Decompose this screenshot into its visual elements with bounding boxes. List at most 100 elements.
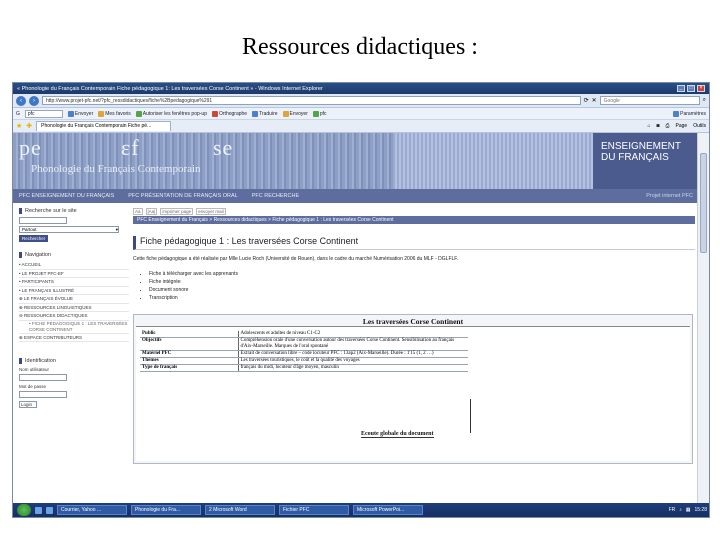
star-icon — [98, 110, 105, 117]
nav-item-ress-ling[interactable]: ⊕ RESSOURCES LINGUISTIQUES — [19, 304, 129, 312]
home-icon[interactable]: ⌂ — [647, 123, 650, 129]
favorites-star-icon[interactable]: ★ — [16, 122, 22, 130]
toolbar-favorites[interactable]: Mes favoris — [98, 110, 131, 117]
login-button[interactable]: Login — [19, 401, 37, 408]
toolbar-send2[interactable]: Envoyer — [282, 110, 308, 117]
nav-item-contrib[interactable]: ⊕ ESPACE CONTRIBUTEURS — [19, 334, 129, 342]
web-page: pe εf se Phonologie du Français Contempo… — [13, 133, 699, 505]
google-search-input[interactable]: pfc — [24, 109, 63, 118]
close-icon[interactable]: × — [697, 85, 705, 92]
search-button[interactable]: Rechercher — [19, 235, 49, 242]
start-button[interactable] — [17, 504, 31, 516]
nav-presentation[interactable]: PFC PRÉSENTATION DE FRANÇAIS ORAL — [128, 193, 238, 199]
forward-icon[interactable]: › — [29, 95, 39, 106]
site-nav: PFC ENSEIGNEMENT DU FRANÇAIS PFC PRÉSENT… — [13, 189, 699, 203]
page-menu[interactable]: Page — [676, 123, 688, 129]
nav-recherche[interactable]: PFC RECHERCHE — [252, 193, 299, 199]
section-title: ENSEIGNEMENT DU FRANÇAIS — [593, 133, 699, 189]
chevron-down-icon: ▾ — [115, 227, 118, 232]
task-word[interactable]: 2 Microsoft Word — [205, 505, 275, 515]
feeds-icon[interactable]: ◙ — [656, 123, 659, 129]
send-icon — [67, 110, 74, 117]
nav-item-accueil[interactable]: • ACCUEIL — [19, 261, 129, 270]
page-scrollbar[interactable] — [697, 133, 709, 505]
print-icon[interactable]: ⎙ — [666, 123, 670, 129]
search-input[interactable]: Google — [599, 96, 700, 105]
print-page-button[interactable]: imprimer page — [160, 208, 194, 215]
logo-se: se — [213, 135, 234, 160]
volume-icon[interactable]: ♪ — [679, 507, 682, 513]
nav-item-ress-did[interactable]: ⊖ RESSOURCES DIDACTIQUES — [19, 312, 129, 321]
task-powerpoint[interactable]: Microsoft PowerPoi... — [353, 505, 423, 515]
link-fiche-telecharger[interactable]: Fiche à télécharger avec les apprenants — [149, 270, 695, 278]
toolbar-spell[interactable]: Orthographe — [212, 110, 247, 117]
window-title: « Phonologie du Français Contemporain Fi… — [17, 85, 323, 92]
url-input[interactable]: http://www.projet-pfc.net/?pfc_ressdidac… — [42, 96, 581, 105]
tab-pfc[interactable]: Phonologie du Français Contemporain Fich… — [36, 121, 172, 131]
back-icon[interactable]: ‹ — [16, 95, 26, 106]
nav-projet[interactable]: Projet internet PFC — [646, 193, 693, 199]
nav-item-illustre[interactable]: • LE FRANÇAIS ILLUSTRÉ — [19, 287, 129, 295]
font-larger-button[interactable]: |Aa| — [145, 208, 158, 215]
taskbar: Courrier, Yahoo ... Phonologie du Fra...… — [13, 503, 709, 517]
doc-table: Public Adolescents et adultes de niveau C… — [140, 331, 468, 372]
refresh-icon[interactable]: ⟳ — [584, 97, 589, 104]
quicklaunch-ie-icon[interactable] — [35, 506, 42, 514]
logo-subtitle: Phonologie du Français Contemporain — [31, 163, 201, 175]
nav-item-participants[interactable]: • PARTICIPANTS — [19, 278, 129, 287]
breadcrumb[interactable]: PFC Enseignement du Français > Ressource… — [133, 216, 695, 224]
nav-item-evolue[interactable]: ⊕ LE FRANÇAIS ÉVOLUE — [19, 295, 129, 304]
settings-icon — [673, 110, 680, 117]
tools-menu[interactable]: Outils — [693, 123, 706, 129]
link-transcription[interactable]: Transcription — [149, 294, 695, 302]
ecoute-heading: Ecoute globale du document — [361, 431, 434, 438]
task-yahoo[interactable]: Courrier, Yahoo ... — [57, 505, 127, 515]
minimize-icon[interactable]: _ — [677, 85, 685, 92]
divider — [470, 399, 471, 433]
page-title: Fiche pédagogique 1 : Les traversées Cor… — [133, 236, 695, 250]
translate-icon — [252, 110, 259, 117]
font-smaller-button[interactable]: Aa — [133, 208, 143, 215]
stop-icon[interactable]: ✕ — [592, 97, 597, 104]
username-field[interactable] — [19, 374, 67, 381]
nav-item-fiche1[interactable]: • FICHE PÉDAGOGIQUE 1 : LES TRAVERSÉES C… — [19, 321, 129, 334]
send-mail-button[interactable]: envoyer mail — [196, 208, 226, 215]
nav-item-projet[interactable]: • LE PROJET PFC-EF — [19, 270, 129, 278]
task-fichier[interactable]: Fichier PFC — [279, 505, 349, 515]
search-head: Recherche sur le site — [19, 208, 129, 214]
password-label: Mot de passe — [19, 384, 47, 389]
site-logo[interactable]: pe εf se Phonologie du Français Contempo… — [13, 133, 393, 189]
language-indicator[interactable]: FR — [669, 507, 676, 513]
toolbar-pfc[interactable]: pfc — [312, 110, 327, 117]
network-icon[interactable]: ▦ — [686, 507, 691, 513]
toolbar-popup[interactable]: Autoriser les fenêtres pop-up — [135, 110, 207, 117]
logo-ef: εf — [121, 135, 140, 160]
username-label: Nom utilisateur — [19, 367, 50, 372]
site-search-input[interactable] — [19, 217, 67, 224]
toolbar-translate[interactable]: Traduire — [252, 110, 278, 117]
page-tools: Aa |Aa| imprimer page envoyer mail — [133, 208, 695, 215]
nav-enseignement[interactable]: PFC ENSEIGNEMENT DU FRANÇAIS — [19, 193, 114, 199]
maximize-icon[interactable]: □ — [687, 85, 695, 92]
task-ie[interactable]: Phonologie du Fra... — [131, 505, 201, 515]
google-toolbar: G pfc Envoyer Mes favoris Autoriser les … — [13, 108, 709, 120]
login-head: Identification — [19, 358, 129, 364]
window-titlebar: « Phonologie du Français Contemporain Fi… — [13, 83, 709, 94]
quicklaunch-desktop-icon[interactable] — [46, 506, 53, 514]
link-fiche-integree[interactable]: Fiche intégrée — [149, 278, 695, 286]
popup-icon — [135, 110, 142, 117]
table-row: Thèmes Les traversées touristiques, le co… — [140, 357, 468, 365]
toolbar-send[interactable]: Envoyer — [67, 110, 93, 117]
doc-title: Les traversées Corse Continent — [362, 317, 464, 326]
pen-icon — [312, 110, 319, 117]
send-icon — [282, 110, 289, 117]
main-content: Aa |Aa| imprimer page envoyer mail PFC E… — [133, 208, 695, 464]
toolbar-params[interactable]: Paramètres — [673, 110, 706, 117]
search-icon[interactable]: ⌕ — [703, 97, 706, 104]
search-scope-select[interactable]: Partout ▾ — [19, 226, 119, 233]
link-document-sonore[interactable]: Document sonore — [149, 286, 695, 294]
add-favorite-icon[interactable]: ✚ — [26, 122, 32, 130]
scrollbar-thumb[interactable] — [700, 153, 707, 253]
nav-list: • ACCUEIL • LE PROJET PFC-EF • PARTICIPA… — [19, 261, 129, 342]
password-field[interactable] — [19, 391, 67, 398]
